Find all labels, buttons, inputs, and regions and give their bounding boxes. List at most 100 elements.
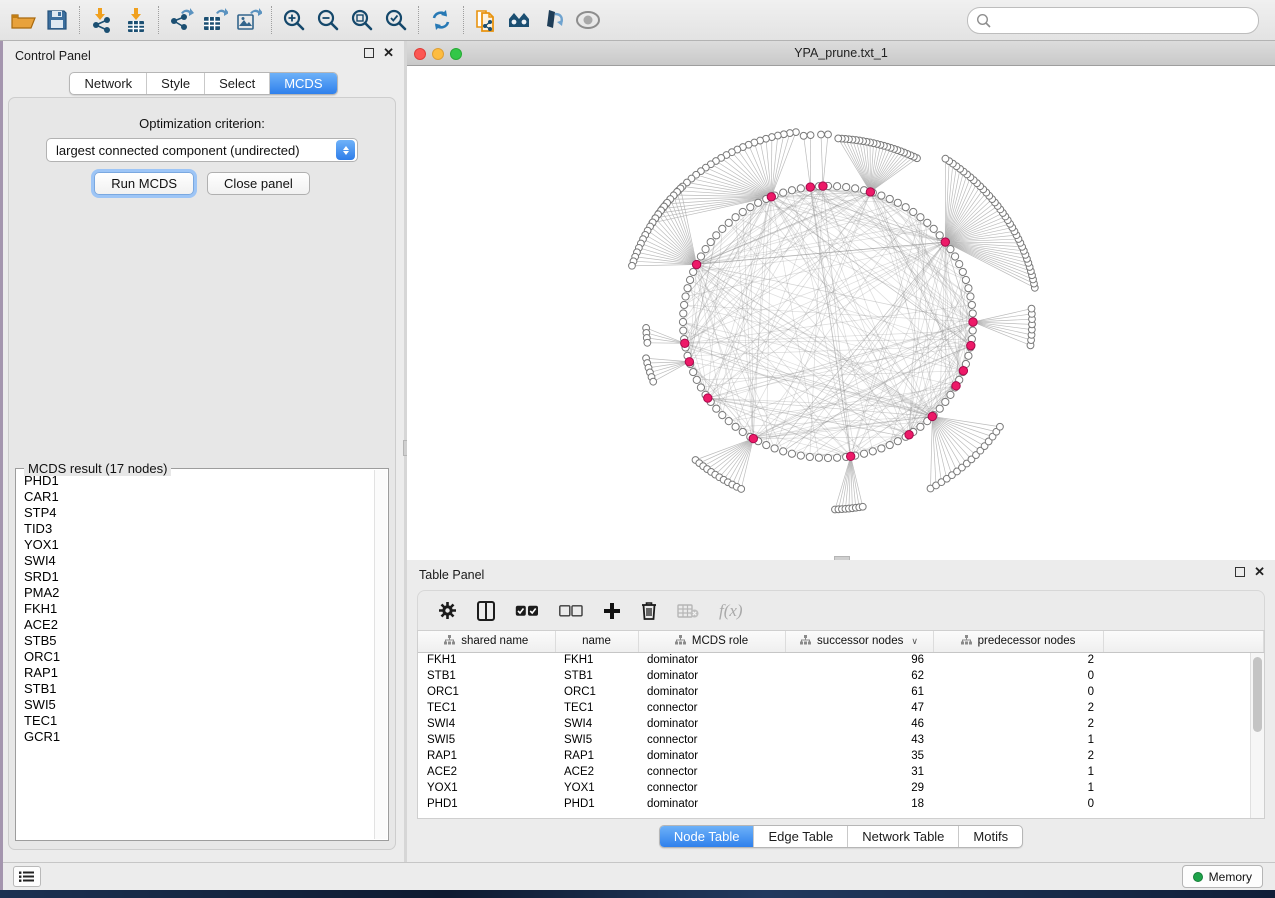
table-row[interactable]: TEC1TEC1connector472 [418, 700, 1264, 716]
save-icon[interactable] [40, 4, 74, 36]
mcds-result-box: MCDS result (17 nodes) PHD1CAR1STP4TID3Y… [15, 468, 389, 841]
split-columns-icon[interactable] [477, 601, 495, 621]
tab-select[interactable]: Select [205, 73, 270, 94]
table-panel-title: Table Panel [419, 568, 484, 582]
toolbar-separator [79, 6, 80, 34]
criterion-value: largest connected component (undirected) [47, 143, 336, 158]
export-network-icon[interactable] [164, 4, 198, 36]
control-panel-title: Control Panel [15, 49, 91, 63]
task-history-button[interactable] [13, 866, 41, 887]
table-row[interactable]: SWI4SWI4dominator462 [418, 716, 1264, 732]
main-toolbar [0, 0, 1275, 41]
zoom-selected-icon[interactable] [379, 4, 413, 36]
import-network-icon[interactable] [85, 4, 119, 36]
export-table-icon[interactable] [198, 4, 232, 36]
delete-icon[interactable] [641, 601, 657, 620]
list-icon [19, 870, 35, 883]
mcds-list-scrollbar[interactable] [374, 470, 387, 839]
mcds-result-item[interactable]: SWI4 [24, 553, 374, 569]
mcds-result-item[interactable]: CAR1 [24, 489, 374, 505]
hide-graphics-icon[interactable] [537, 4, 571, 36]
table-row[interactable]: RAP1RAP1dominator352 [418, 748, 1264, 764]
import-table-icon[interactable] [119, 4, 153, 36]
mcds-result-item[interactable]: ORC1 [24, 649, 374, 665]
close-panel-icon[interactable]: ✕ [383, 48, 394, 58]
mcds-result-item[interactable]: PHD1 [24, 473, 374, 489]
mcds-result-item[interactable]: TEC1 [24, 713, 374, 729]
network-canvas[interactable] [407, 66, 1275, 560]
mcds-result-item[interactable]: STB5 [24, 633, 374, 649]
float-panel-icon[interactable] [364, 48, 374, 58]
show-graphics-icon[interactable] [571, 4, 605, 36]
column-header-shared-name[interactable]: shared name [418, 631, 555, 652]
memory-button[interactable]: Memory [1182, 865, 1263, 888]
toolbar-separator [418, 6, 419, 34]
mcds-result-item[interactable]: SRD1 [24, 569, 374, 585]
mcds-result-item[interactable]: STP4 [24, 505, 374, 521]
mcds-result-item[interactable]: PMA2 [24, 585, 374, 601]
mcds-result-item[interactable]: STB1 [24, 681, 374, 697]
table-toolbar: f(x) [417, 590, 1265, 630]
column-header-successor-nodes[interactable]: successor nodes∨ [785, 631, 933, 652]
table-row[interactable]: ORC1ORC1dominator610 [418, 684, 1264, 700]
mcds-result-item[interactable]: FKH1 [24, 601, 374, 617]
network-window: YPA_prune.txt_1 [407, 41, 1275, 560]
search-input[interactable] [992, 10, 1258, 31]
optimization-label: Optimization criterion: [9, 116, 395, 131]
add-column-icon[interactable] [603, 602, 621, 620]
toolbar-separator [271, 6, 272, 34]
network-titlebar[interactable]: YPA_prune.txt_1 [407, 41, 1275, 66]
open-file-icon[interactable] [6, 4, 40, 36]
export-image-icon[interactable] [232, 4, 266, 36]
criterion-dropdown[interactable]: largest connected component (undirected) [46, 138, 358, 162]
mcds-result-item[interactable]: ACE2 [24, 617, 374, 633]
select-all-icon[interactable] [515, 605, 539, 617]
zoom-out-icon[interactable] [311, 4, 345, 36]
table-row[interactable]: STB1STB1dominator620 [418, 668, 1264, 684]
mcds-result-item[interactable]: RAP1 [24, 665, 374, 681]
search-icon [976, 13, 992, 29]
tab-network[interactable]: Network [70, 73, 147, 94]
network-title: YPA_prune.txt_1 [407, 46, 1275, 60]
zoom-fit-icon[interactable] [345, 4, 379, 36]
float-panel-icon[interactable] [1235, 567, 1245, 577]
function-builder-icon[interactable]: f(x) [719, 601, 743, 621]
gear-icon[interactable] [438, 601, 457, 620]
mcds-result-item[interactable]: TID3 [24, 521, 374, 537]
table-row[interactable]: SWI5SWI5connector431 [418, 732, 1264, 748]
column-header-predecessor-nodes[interactable]: predecessor nodes [933, 631, 1103, 652]
mcds-result-item[interactable]: GCR1 [24, 729, 374, 745]
table-row[interactable]: PHD1PHD1dominator180 [418, 796, 1264, 812]
deselect-all-icon[interactable] [559, 605, 583, 617]
refresh-icon[interactable] [424, 4, 458, 36]
search-box[interactable] [967, 7, 1259, 34]
control-panel-tabs: NetworkStyleSelectMCDS [3, 72, 404, 95]
table-row[interactable]: ACE2ACE2connector311 [418, 764, 1264, 780]
control-panel-header: Control Panel ✕ [3, 41, 404, 69]
table-row[interactable]: FKH1FKH1dominator962 [418, 652, 1264, 668]
table-scrollbar[interactable] [1250, 653, 1264, 818]
close-panel-button[interactable]: Close panel [207, 172, 310, 195]
toolbar-separator [463, 6, 464, 34]
tab-style[interactable]: Style [147, 73, 205, 94]
column-header-name[interactable]: name [555, 631, 638, 652]
tab-edge-table[interactable]: Edge Table [754, 826, 848, 847]
table-row[interactable]: YOX1YOX1connector291 [418, 780, 1264, 796]
delete-table-icon[interactable] [677, 604, 699, 618]
run-mcds-button[interactable]: Run MCDS [94, 172, 194, 195]
node-table[interactable]: shared namenameMCDS rolesuccessor nodes∨… [417, 630, 1265, 819]
tab-motifs[interactable]: Motifs [959, 826, 1022, 847]
tab-network-table[interactable]: Network Table [848, 826, 959, 847]
cytoscape-app: Control Panel ✕ NetworkStyleSelectMCDS O… [0, 0, 1275, 898]
tab-mcds[interactable]: MCDS [270, 73, 336, 94]
clone-network-icon[interactable] [469, 4, 503, 36]
zoom-in-icon[interactable] [277, 4, 311, 36]
column-header-MCDS-role[interactable]: MCDS role [638, 631, 785, 652]
mcds-result-item[interactable]: YOX1 [24, 537, 374, 553]
table-scrollbar-thumb[interactable] [1253, 657, 1262, 732]
mcds-result-item[interactable]: SWI5 [24, 697, 374, 713]
close-panel-icon[interactable]: ✕ [1254, 567, 1265, 577]
search-network-icon[interactable] [503, 4, 537, 36]
mcds-result-list[interactable]: PHD1CAR1STP4TID3YOX1SWI4SRD1PMA2FKH1ACE2… [17, 470, 374, 839]
tab-node-table[interactable]: Node Table [660, 826, 755, 847]
